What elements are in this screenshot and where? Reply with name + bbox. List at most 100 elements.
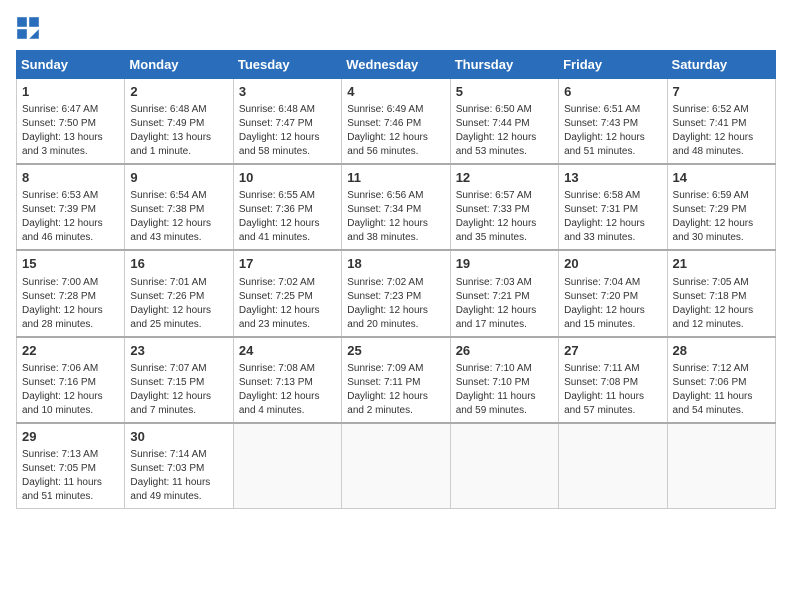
calendar-header: SundayMondayTuesdayWednesdayThursdayFrid… [17, 51, 776, 79]
calendar-day-25: 25 Sunrise: 7:09 AMSunset: 7:11 PMDayligh… [342, 337, 450, 423]
day-number-10: 10 [239, 169, 336, 187]
calendar-week-3: 15 Sunrise: 7:00 AMSunset: 7:28 PMDayligh… [17, 250, 776, 336]
day-number-22: 22 [22, 342, 119, 360]
day-info-29: Sunrise: 7:13 AMSunset: 7:05 PMDaylight:… [22, 448, 119, 504]
day-info-10: Sunrise: 6:55 AMSunset: 7:36 PMDaylight:… [239, 189, 336, 245]
day-info-5: Sunrise: 6:50 AMSunset: 7:44 PMDaylight:… [456, 103, 553, 159]
calendar-day-18: 18 Sunrise: 7:02 AMSunset: 7:23 PMDayligh… [342, 250, 450, 336]
day-number-7: 7 [673, 83, 770, 101]
day-info-23: Sunrise: 7:07 AMSunset: 7:15 PMDaylight:… [130, 362, 227, 418]
day-info-2: Sunrise: 6:48 AMSunset: 7:49 PMDaylight:… [130, 103, 227, 159]
day-info-11: Sunrise: 6:56 AMSunset: 7:34 PMDaylight:… [347, 189, 444, 245]
calendar-day-17: 17 Sunrise: 7:02 AMSunset: 7:25 PMDayligh… [233, 250, 341, 336]
calendar-day-20: 20 Sunrise: 7:04 AMSunset: 7:20 PMDayligh… [559, 250, 667, 336]
calendar-day-30: 30Sunrise: 7:14 AMSunset: 7:03 PMDayligh… [125, 423, 233, 509]
day-info-6: Sunrise: 6:51 AMSunset: 7:43 PMDaylight:… [564, 103, 661, 159]
day-number-1: 1 [22, 83, 119, 101]
day-number-3: 3 [239, 83, 336, 101]
calendar-week-1: 1 Sunrise: 6:47 AMSunset: 7:50 PMDaylight… [17, 79, 776, 165]
day-info-15: Sunrise: 7:00 AMSunset: 7:28 PMDaylight:… [22, 276, 119, 332]
day-number-4: 4 [347, 83, 444, 101]
day-number-21: 21 [673, 255, 770, 273]
calendar-day-14: 14 Sunrise: 6:59 AMSunset: 7:29 PMDayligh… [667, 164, 775, 250]
day-number-28: 28 [673, 342, 770, 360]
day-info-21: Sunrise: 7:05 AMSunset: 7:18 PMDaylight:… [673, 276, 770, 332]
day-info-26: Sunrise: 7:10 AMSunset: 7:10 PMDaylight:… [456, 362, 553, 418]
calendar-day-22: 22 Sunrise: 7:06 AMSunset: 7:16 PMDayligh… [17, 337, 125, 423]
day-info-18: Sunrise: 7:02 AMSunset: 7:23 PMDaylight:… [347, 276, 444, 332]
day-number-19: 19 [456, 255, 553, 273]
calendar-day-7: 7 Sunrise: 6:52 AMSunset: 7:41 PMDaylight… [667, 79, 775, 165]
general-blue-icon [16, 16, 40, 40]
logo [16, 16, 44, 40]
calendar-week-4: 22 Sunrise: 7:06 AMSunset: 7:16 PMDayligh… [17, 337, 776, 423]
day-info-8: Sunrise: 6:53 AMSunset: 7:39 PMDaylight:… [22, 189, 119, 245]
calendar-body: 1 Sunrise: 6:47 AMSunset: 7:50 PMDaylight… [17, 79, 776, 509]
day-info-20: Sunrise: 7:04 AMSunset: 7:20 PMDaylight:… [564, 276, 661, 332]
day-info-28: Sunrise: 7:12 AMSunset: 7:06 PMDaylight:… [673, 362, 770, 418]
day-info-16: Sunrise: 7:01 AMSunset: 7:26 PMDaylight:… [130, 276, 227, 332]
weekday-header-saturday: Saturday [667, 51, 775, 79]
day-info-7: Sunrise: 6:52 AMSunset: 7:41 PMDaylight:… [673, 103, 770, 159]
weekday-header-thursday: Thursday [450, 51, 558, 79]
day-info-13: Sunrise: 6:58 AMSunset: 7:31 PMDaylight:… [564, 189, 661, 245]
day-number-26: 26 [456, 342, 553, 360]
day-info-4: Sunrise: 6:49 AMSunset: 7:46 PMDaylight:… [347, 103, 444, 159]
empty-day [233, 423, 341, 509]
weekday-header-wednesday: Wednesday [342, 51, 450, 79]
weekday-header-friday: Friday [559, 51, 667, 79]
day-info-25: Sunrise: 7:09 AMSunset: 7:11 PMDaylight:… [347, 362, 444, 418]
calendar-day-19: 19 Sunrise: 7:03 AMSunset: 7:21 PMDayligh… [450, 250, 558, 336]
calendar-day-2: 2 Sunrise: 6:48 AMSunset: 7:49 PMDaylight… [125, 79, 233, 165]
empty-day [450, 423, 558, 509]
calendar-day-21: 21 Sunrise: 7:05 AMSunset: 7:18 PMDayligh… [667, 250, 775, 336]
day-number-24: 24 [239, 342, 336, 360]
day-info-19: Sunrise: 7:03 AMSunset: 7:21 PMDaylight:… [456, 276, 553, 332]
day-number-30: 30 [130, 428, 227, 446]
day-number-23: 23 [130, 342, 227, 360]
day-number-20: 20 [564, 255, 661, 273]
empty-day [342, 423, 450, 509]
day-info-14: Sunrise: 6:59 AMSunset: 7:29 PMDaylight:… [673, 189, 770, 245]
day-number-18: 18 [347, 255, 444, 273]
calendar-week-5: 29 Sunrise: 7:13 AMSunset: 7:05 PMDayligh… [17, 423, 776, 509]
calendar-table: SundayMondayTuesdayWednesdayThursdayFrid… [16, 50, 776, 509]
calendar-day-1: 1 Sunrise: 6:47 AMSunset: 7:50 PMDaylight… [17, 79, 125, 165]
day-info-17: Sunrise: 7:02 AMSunset: 7:25 PMDaylight:… [239, 276, 336, 332]
day-number-8: 8 [22, 169, 119, 187]
day-number-17: 17 [239, 255, 336, 273]
calendar-day-6: 6 Sunrise: 6:51 AMSunset: 7:43 PMDaylight… [559, 79, 667, 165]
calendar-day-24: 24 Sunrise: 7:08 AMSunset: 7:13 PMDayligh… [233, 337, 341, 423]
weekday-header-row: SundayMondayTuesdayWednesdayThursdayFrid… [17, 51, 776, 79]
calendar-day-15: 15 Sunrise: 7:00 AMSunset: 7:28 PMDayligh… [17, 250, 125, 336]
calendar-week-2: 8 Sunrise: 6:53 AMSunset: 7:39 PMDaylight… [17, 164, 776, 250]
day-number-15: 15 [22, 255, 119, 273]
empty-day [559, 423, 667, 509]
day-number-25: 25 [347, 342, 444, 360]
calendar-day-13: 13 Sunrise: 6:58 AMSunset: 7:31 PMDayligh… [559, 164, 667, 250]
calendar-day-27: 27Sunrise: 7:11 AMSunset: 7:08 PMDayligh… [559, 337, 667, 423]
day-info-3: Sunrise: 6:48 AMSunset: 7:47 PMDaylight:… [239, 103, 336, 159]
day-number-2: 2 [130, 83, 227, 101]
day-number-6: 6 [564, 83, 661, 101]
calendar-day-16: 16Sunrise: 7:01 AMSunset: 7:26 PMDayligh… [125, 250, 233, 336]
day-number-13: 13 [564, 169, 661, 187]
day-number-12: 12 [456, 169, 553, 187]
calendar-day-23: 23 Sunrise: 7:07 AMSunset: 7:15 PMDayligh… [125, 337, 233, 423]
header [16, 16, 776, 40]
calendar-day-9: 9Sunrise: 6:54 AMSunset: 7:38 PMDaylight… [125, 164, 233, 250]
calendar-day-11: 11Sunrise: 6:56 AMSunset: 7:34 PMDayligh… [342, 164, 450, 250]
day-info-9: Sunrise: 6:54 AMSunset: 7:38 PMDaylight:… [130, 189, 227, 245]
day-info-1: Sunrise: 6:47 AMSunset: 7:50 PMDaylight:… [22, 103, 119, 159]
weekday-header-tuesday: Tuesday [233, 51, 341, 79]
day-info-27: Sunrise: 7:11 AMSunset: 7:08 PMDaylight:… [564, 362, 661, 418]
calendar-day-8: 8 Sunrise: 6:53 AMSunset: 7:39 PMDaylight… [17, 164, 125, 250]
calendar-day-12: 12Sunrise: 6:57 AMSunset: 7:33 PMDayligh… [450, 164, 558, 250]
day-info-24: Sunrise: 7:08 AMSunset: 7:13 PMDaylight:… [239, 362, 336, 418]
day-number-29: 29 [22, 428, 119, 446]
calendar-day-26: 26 Sunrise: 7:10 AMSunset: 7:10 PMDayligh… [450, 337, 558, 423]
day-info-22: Sunrise: 7:06 AMSunset: 7:16 PMDaylight:… [22, 362, 119, 418]
empty-day [667, 423, 775, 509]
day-number-14: 14 [673, 169, 770, 187]
calendar-day-29: 29 Sunrise: 7:13 AMSunset: 7:05 PMDayligh… [17, 423, 125, 509]
